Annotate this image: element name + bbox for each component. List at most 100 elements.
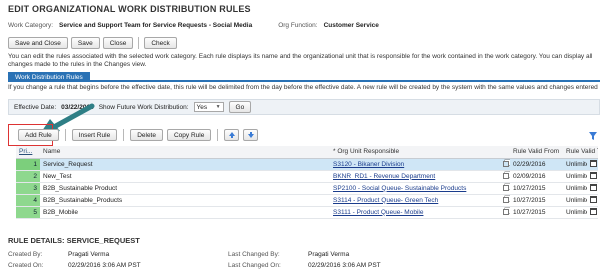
filter-icon[interactable] [589,132,597,140]
row-valid-from[interactable]: 10/27/2015 [510,194,563,207]
move-down-button[interactable] [243,129,259,141]
created-on-value: 02/29/2016 3:06 AM PST [68,262,141,269]
show-future-select[interactable]: Yes ▼ [193,102,224,112]
last-changed-by-label: Last Changed By: [228,251,280,258]
grid-toolbar-divider [64,129,66,141]
row-org-unit-link[interactable]: BKNR_RD1 - Revenue Department [330,170,500,183]
chevron-down-icon: ▼ [215,104,221,110]
row-calendar[interactable] [587,182,599,195]
grid-toolbar-divider [123,129,125,141]
org-function-value: Customer Service [323,21,379,29]
copy-icon [503,160,509,167]
page-title: EDIT ORGANIZATIONAL WORK DISTRIBUTION RU… [8,4,251,14]
table-row[interactable]: 1 Service_Request S3120 - Bikaner Divisi… [16,158,599,171]
row-valid-to[interactable]: Unlimited [563,206,587,219]
row-name[interactable]: B2B_Sustainable Product [40,182,330,195]
row-priority: 2 [16,170,40,183]
calendar-icon [590,208,597,216]
last-changed-by-value: Pragati Verma [308,251,350,258]
row-org-unit-link[interactable]: S3111 - Product Queue- Mobile [330,206,500,219]
arrow-up-icon [228,132,235,138]
move-up-button[interactable] [224,129,240,141]
row-calendar[interactable] [587,194,599,207]
close-button[interactable]: Close [102,37,134,49]
arrow-down-icon [247,132,254,138]
col-copy [500,146,510,159]
col-valid-from[interactable]: Rule Valid From [510,146,563,159]
row-priority: 1 [16,158,40,171]
page-description: You can edit the rules associated with t… [8,53,593,68]
copy-icon [503,208,509,215]
org-function-label: Org Function: [278,21,318,29]
table-row[interactable]: 2 New_Test BKNR_RD1 - Revenue Department… [16,170,599,183]
col-org-unit[interactable]: * Org Unit Responsible [330,146,500,159]
row-valid-from[interactable]: 02/29/2016 [510,158,563,171]
last-changed-on-label: Last Changed On: [228,262,281,269]
row-name[interactable]: B2B_Mobile [40,206,330,219]
row-valid-from[interactable]: 10/27/2015 [510,206,563,219]
row-calendar[interactable] [587,206,599,219]
row-copy[interactable] [500,206,510,219]
table-row[interactable]: 4 B2B_Sustainable_Products S3114 - Produ… [16,194,599,207]
effective-date-note: If you change a rule that begins before … [8,84,600,91]
row-valid-to[interactable]: Unlimited [563,182,587,195]
row-org-unit-link[interactable]: S3114 - Product Queue- Green Tech [330,194,500,207]
row-org-unit-link[interactable]: S3120 - Bikaner Division [330,158,500,171]
work-category-value: Service and Support Team for Service Req… [59,21,253,29]
col-valid-to[interactable]: Rule Valid To [563,146,599,159]
copy-icon [503,172,509,179]
last-changed-on-value: 02/29/2016 3:06 AM PST [308,262,381,269]
add-rule-button[interactable]: Add Rule [18,129,59,141]
grid-toolbar-divider [217,129,219,141]
row-valid-from[interactable]: 02/09/2016 [510,170,563,183]
tab-strip: Work Distribution Rules [8,72,600,82]
row-copy[interactable] [500,182,510,195]
row-priority: 4 [16,194,40,207]
row-copy[interactable] [500,170,510,183]
row-priority: 3 [16,182,40,195]
check-button[interactable]: Check [144,37,177,49]
row-name[interactable]: New_Test [40,170,330,183]
row-valid-to[interactable]: Unlimited [563,158,587,171]
tab-work-distribution-rules[interactable]: Work Distribution Rules [8,72,90,82]
insert-rule-button[interactable]: Insert Rule [71,129,118,141]
main-toolbar: Save and Close Save Close Check [8,37,177,49]
copy-icon [503,184,509,191]
row-valid-to[interactable]: Unlimited [563,170,587,183]
calendar-icon [590,196,597,204]
row-name[interactable]: B2B_Sustainable_Products [40,194,330,207]
created-by-label: Created By: [8,251,43,258]
grid-toolbar: Add Rule Insert Rule Delete Copy Rule [8,126,600,144]
toolbar-divider [138,37,140,49]
calendar-icon [590,160,597,168]
row-valid-to[interactable]: Unlimited [563,194,587,207]
table-row[interactable]: 5 B2B_Mobile S3111 - Product Queue- Mobi… [16,206,599,219]
rule-details-title: RULE DETAILS: SERVICE_REQUEST [8,236,140,245]
go-button[interactable]: Go [228,101,252,113]
created-by-value: Pragati Verma [68,251,110,258]
save-and-close-button[interactable]: Save and Close [8,37,68,49]
row-calendar[interactable] [587,158,599,171]
row-name[interactable]: Service_Request [40,158,330,171]
show-future-label: Show Future Work Distribution: [98,103,189,111]
work-category-label: Work Category: [8,21,54,29]
row-priority: 5 [16,206,40,219]
table-row[interactable]: 3 B2B_Sustainable Product SP2100 - Socia… [16,182,599,195]
info-row: Work Category: Service and Support Team … [8,20,379,30]
col-priority[interactable]: Pri... [16,146,40,159]
row-copy[interactable] [500,194,510,207]
created-on-label: Created On: [8,262,44,269]
row-valid-from[interactable]: 10/27/2015 [510,182,563,195]
calendar-icon [590,172,597,180]
row-org-unit-link[interactable]: SP2100 - Social Queue- Sustainable Produ… [330,182,500,195]
show-future-value: Yes [196,103,208,111]
row-calendar[interactable] [587,170,599,183]
col-name[interactable]: Name [40,146,330,159]
row-copy[interactable] [500,158,510,171]
save-button[interactable]: Save [70,37,100,49]
calendar-icon [590,184,597,192]
delete-button[interactable]: Delete [130,129,163,141]
rules-table: Pri... Name * Org Unit Responsible Rule … [16,146,599,219]
effective-date-bar: Effective Date: 03/22/2016 Show Future W… [8,99,600,115]
copy-rule-button[interactable]: Copy Rule [166,129,212,141]
